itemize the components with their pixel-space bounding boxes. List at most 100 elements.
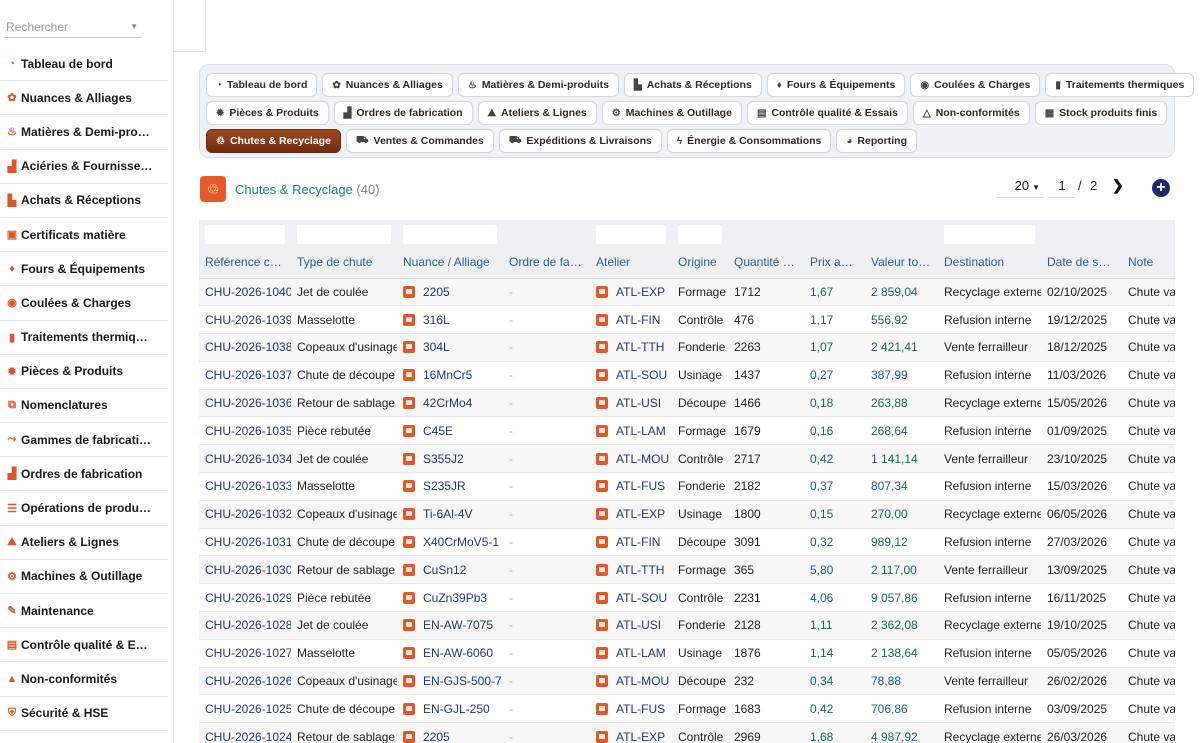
table-row[interactable]: CHU-2026-1028 Jet de coulée EN-AW-7075- ATL… [199,611,1175,640]
table-cell[interactable]: ATL-EXP [590,278,672,307]
workshop-link[interactable]: ATL-USI [616,396,661,410]
sidebar-item[interactable]: ▣ Certificats matière [0,218,168,253]
table-cell[interactable]: ATL-FUS [590,694,672,724]
module-tab[interactable]: ♨ Matières & Demi-produits [457,73,620,97]
column-filter-input[interactable] [678,225,722,244]
table-cell[interactable]: CHU-2026-1035 [199,416,291,446]
workshop-link[interactable]: ATL-FUS [616,702,665,716]
sidebar-item[interactable]: ✿ Nuances & Alliages [0,81,168,116]
table-row[interactable]: CHU-2026-1037 Chute de découpe 16MnCr5 - ATL… [199,361,1175,390]
module-tab[interactable]: ⛟ Expéditions & Livraisons [498,129,662,153]
workshop-link[interactable]: ATL-LAM [616,424,666,438]
column-header[interactable]: Valeur totale [865,246,938,279]
table-cell[interactable]: ATL-EXP [590,722,672,743]
column-header[interactable]: Ordre de fab… [503,246,590,279]
table-cell[interactable]: S235JR [397,472,503,501]
table-cell[interactable]: CHU-2026-1038 [199,333,291,362]
alloy-link[interactable]: X40CrMoV5-1 [423,535,499,549]
column-header[interactable]: Prix au kg [804,246,865,279]
sidebar-item[interactable]: ▲ Non-conformités [0,662,168,697]
sidebar-item[interactable]: ⛨ Sécurité & HSE [0,697,168,731]
sidebar-item[interactable]: ♨ Matières & Demi-pro… [0,115,168,150]
sidebar-item[interactable]: ♦ Fours & Équipements [0,252,168,287]
next-page-button[interactable]: ❯ [1112,177,1124,194]
sidebar-search-input[interactable]: Rechercher ▼ [4,16,142,38]
alloy-link[interactable]: 16MnCr5 [423,368,472,382]
module-tab[interactable]: ▟ Ordres de fabrication [333,101,473,125]
table-cell[interactable]: CHU-2026-1025 [199,694,291,724]
sidebar-item[interactable]: ▟ Ordres de fabrication [0,457,168,492]
table-cell[interactable]: CHU-2026-1036 [199,389,291,418]
table-cell[interactable]: S355J2 [397,444,503,474]
table-cell[interactable]: 2205 [397,722,503,743]
workshop-link[interactable]: ATL-EXP [616,285,665,299]
module-tab[interactable]: ϟ Énergie & Consommations [666,129,832,153]
workshop-link[interactable]: ATL-FUS [616,479,665,493]
column-header[interactable]: Référence ch… [199,246,291,279]
workshop-link[interactable]: ATL-TTH [616,563,664,577]
workshop-link[interactable]: ATL-EXP [616,507,665,521]
table-cell[interactable]: CHU-2026-1034 [199,444,291,474]
sidebar-item[interactable]: ✹ Pièces & Produits [0,355,168,389]
table-cell[interactable]: 316L [397,305,503,335]
module-tab[interactable]: △ Non-conformités [913,101,1030,125]
table-cell[interactable]: 42CrMo4 [397,389,503,418]
table-cell[interactable]: ATL-USI [590,389,672,418]
sidebar-item[interactable]: ▙ Achats & Réceptions [0,184,168,218]
workshop-link[interactable]: ATL-USI [616,618,661,632]
module-tab[interactable]: ♲ Chutes & Recyclage [206,129,341,153]
table-cell[interactable]: ATL-FIN [590,528,672,557]
sidebar-item[interactable]: ▮ Traitements thermiq… [0,321,168,355]
column-header[interactable]: Quantité (kg) [728,246,804,279]
table-cell[interactable]: CHU-2026-1039 [199,305,291,335]
sidebar-item[interactable]: ◔ Tableau de bord [0,47,168,82]
table-cell[interactable]: ATL-FUS [590,472,672,501]
workshop-link[interactable]: ATL-SOU [616,368,667,382]
table-row[interactable]: CHU-2026-1027 Masselotte EN-AW-6060- ATL-LA… [199,639,1175,668]
sidebar-item[interactable]: ⧉ Nomenclatures [0,389,168,424]
table-cell[interactable]: EN-GJS-500-7 [397,667,503,696]
alloy-link[interactable]: 316L [423,313,450,327]
workshop-link[interactable]: ATL-MOU [616,452,669,466]
table-cell[interactable]: CHU-2026-1040 [199,278,291,307]
add-record-button[interactable]: + [1152,179,1170,197]
table-cell[interactable]: CHU-2026-1029 [199,583,291,613]
table-cell[interactable]: ATL-LAM [590,416,672,446]
module-tab[interactable]: ◉ Coulées & Charges [910,73,1041,97]
alloy-link[interactable]: EN-AW-6060 [423,646,493,660]
table-cell[interactable]: CHU-2026-1037 [199,361,291,390]
table-row[interactable]: CHU-2026-1026 Copeaux d'usinage EN-GJS-500… [199,667,1175,696]
column-header[interactable]: Atelier [590,246,672,279]
workshop-link[interactable]: ATL-SOU [616,591,667,605]
alloy-link[interactable]: S235JR [423,479,466,493]
workshop-link[interactable]: ATL-TTH [616,340,664,354]
column-filter-input[interactable] [297,225,391,244]
alloy-link[interactable]: S355J2 [423,452,464,466]
alloy-link[interactable]: CuSn12 [423,563,466,577]
column-header[interactable]: Note [1122,246,1175,279]
workshop-link[interactable]: ATL-EXP [616,730,665,743]
table-cell[interactable]: Ti-6Al-4V [397,500,503,529]
column-header[interactable]: Date de sortie [1041,246,1122,279]
module-tab[interactable]: ◕ Reporting [836,129,917,153]
table-cell[interactable]: ATL-TTH [590,333,672,362]
alloy-link[interactable]: 42CrMo4 [423,396,472,410]
table-cell[interactable]: CuZn39Pb3 [397,583,503,613]
workshop-link[interactable]: ATL-FIN [616,535,660,549]
table-cell[interactable]: ATL-LAM [590,639,672,668]
alloy-link[interactable]: C45E [423,424,453,438]
table-row[interactable]: CHU-2026-1034 Jet de coulée S355J2 - ATL-MOU… [199,444,1175,474]
sidebar-item[interactable]: ✎ Maintenance [0,594,168,629]
table-cell[interactable]: ATL-MOU [590,444,672,474]
table-cell[interactable]: ATL-TTH [590,555,672,585]
module-tab[interactable]: ✿ Nuances & Alliages [322,73,453,97]
table-row[interactable]: CHU-2026-1033 Masselotte S235JR - ATL-FUS Fon… [199,472,1175,501]
module-tab[interactable]: ⛰ Ateliers & Lignes [477,101,597,125]
module-tab[interactable]: ▤ Contrôle qualité & Essais [746,101,909,125]
alloy-link[interactable]: EN-GJS-500-7 [423,674,502,688]
module-tab[interactable]: ♦ Fours & Équipements [766,73,906,97]
module-tab[interactable]: ▦ Stock produits finis [1034,101,1168,125]
column-header[interactable]: Type de chute [291,246,397,279]
sidebar-item[interactable]: ⚙ Machines & Outillage [0,560,168,594]
column-filter-input[interactable] [596,225,666,244]
